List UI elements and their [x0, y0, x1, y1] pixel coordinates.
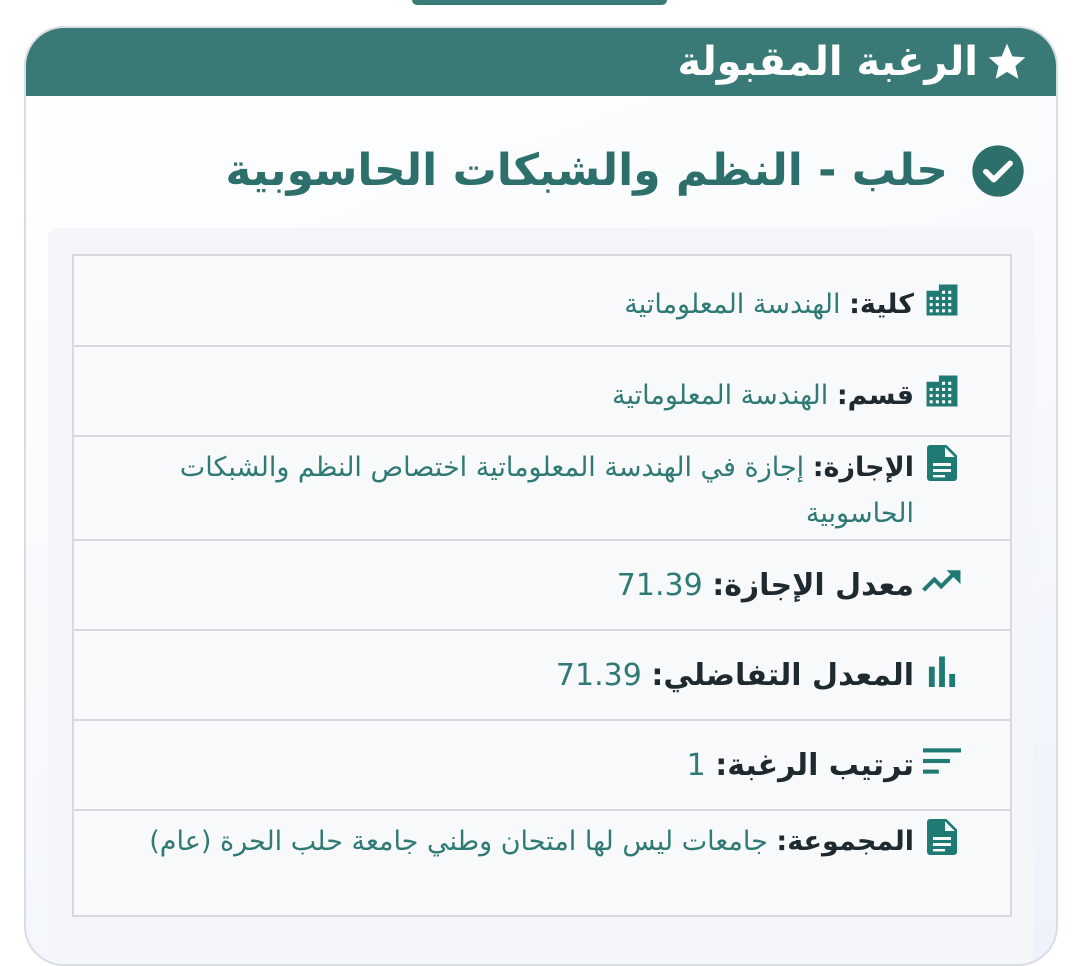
check-circle-icon [970, 143, 1026, 199]
document-icon [920, 819, 964, 855]
detail-row-degree-average: معدل الإجازة: 71.39 [74, 541, 1010, 631]
detail-text: قسم: الهندسة المعلوماتية [612, 380, 914, 411]
detail-row-choice-rank: ترتيب الرغبة: 1 [74, 721, 1010, 811]
document-icon [920, 445, 964, 481]
detail-row-department: قسم: الهندسة المعلوماتية [74, 347, 1010, 437]
program-row: حلب - النظم والشبكات الحاسوبية [26, 136, 1056, 206]
detail-row-degree: الإجازة: إجازة في الهندسة المعلوماتية اخ… [74, 437, 1010, 541]
header-title: الرغبة المقبولة [677, 39, 978, 85]
top-handle [412, 0, 667, 5]
detail-text: معدل الإجازة: 71.39 [616, 568, 914, 603]
program-title: حلب - النظم والشبكات الحاسوبية [225, 145, 948, 196]
star-icon [984, 39, 1030, 85]
detail-text: المعدل التفاضلي: 71.39 [555, 658, 914, 693]
bar-chart-icon [920, 653, 964, 689]
card-header: الرغبة المقبولة [26, 28, 1056, 96]
detail-text: الإجازة: إجازة في الهندسة المعلوماتية اخ… [179, 452, 914, 529]
detail-row-group: المجموعة: جامعات ليس لها امتحان وطني جام… [74, 811, 1010, 915]
building-icon [920, 282, 964, 318]
detail-text: المجموعة: جامعات ليس لها امتحان وطني جام… [149, 826, 914, 857]
details-table: كلية: الهندسة المعلوماتية قسم: الهندسة ا… [72, 254, 1012, 917]
detail-row-differential-average: المعدل التفاضلي: 71.39 [74, 631, 1010, 721]
sort-icon [920, 743, 964, 779]
detail-text: ترتيب الرغبة: 1 [686, 748, 914, 783]
trending-up-icon [920, 563, 964, 599]
building-icon [920, 373, 964, 409]
detail-text: كلية: الهندسة المعلوماتية [624, 289, 914, 320]
accepted-choice-card: الرغبة المقبولة حلب - النظم والشبكات الح… [24, 26, 1058, 966]
detail-row-college: كلية: الهندسة المعلوماتية [74, 256, 1010, 347]
